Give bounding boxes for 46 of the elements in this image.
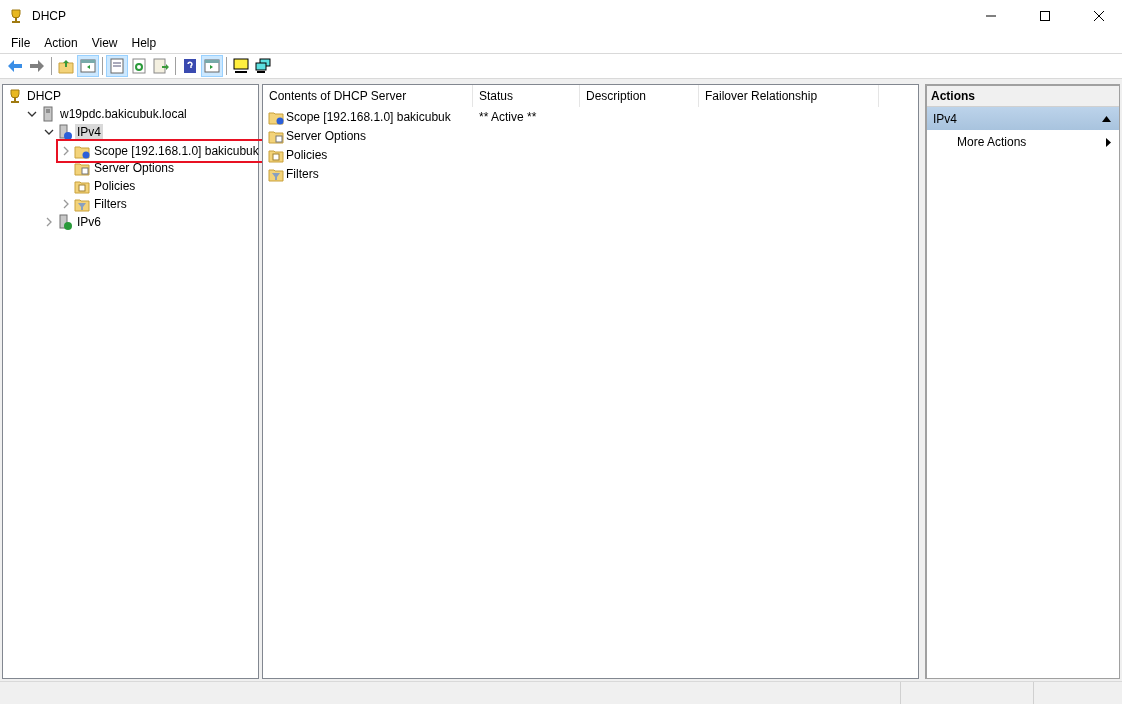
list-cell[interactable]: Server Options: [286, 128, 367, 143]
column-header[interactable]: Description: [580, 85, 699, 107]
properties-icon: [109, 58, 125, 74]
refresh-icon: [131, 58, 147, 74]
tree-item[interactable]: Server Options: [92, 160, 177, 176]
server-check-icon: [57, 214, 73, 230]
actions-section-header[interactable]: IPv4: [927, 107, 1119, 130]
folder-up-icon: [58, 58, 74, 74]
window-title: DHCP: [32, 9, 67, 23]
list-cell[interactable]: Filters: [286, 166, 319, 181]
list-cell[interactable]: Policies: [286, 147, 328, 162]
tree-item[interactable]: Filters: [92, 196, 129, 212]
export-list-icon: [153, 58, 169, 74]
help-icon: [182, 58, 198, 74]
column-header[interactable]: Failover Relationship: [699, 85, 879, 107]
section-title: IPv4: [933, 111, 957, 126]
tree-pane-icon: [80, 58, 96, 74]
submenu-triangle-icon: [1106, 137, 1111, 147]
tree-item[interactable]: Scope [192.168.1.0] bakicubuk: [92, 143, 261, 159]
list-cell: ** Active **: [479, 109, 537, 124]
monitors-icon: [255, 58, 271, 74]
menu-item[interactable]: Action: [37, 35, 85, 50]
list-cell[interactable]: Scope [192.168.1.0] bakicubuk: [286, 109, 451, 124]
trophy-icon: [8, 8, 24, 24]
tree-item[interactable]: DHCP: [25, 88, 63, 104]
menu-item[interactable]: View: [84, 35, 125, 50]
monitor-icon: [233, 58, 249, 74]
server-info-icon: [57, 124, 73, 140]
back-arrow-icon: [7, 58, 23, 74]
forward-arrow-icon: [29, 58, 45, 74]
menu-item[interactable]: Help: [124, 35, 164, 50]
menu-item[interactable]: File: [4, 35, 38, 50]
server-icon: [40, 106, 56, 122]
action-label: More Actions: [957, 135, 1027, 149]
actions-header: Actions: [927, 86, 1119, 107]
action-pane-icon: [204, 58, 220, 74]
close-icon: [1094, 11, 1104, 21]
maximize-icon: [1040, 11, 1050, 21]
column-header[interactable]: Contents of DHCP Server: [263, 85, 473, 107]
tree-item[interactable]: IPv4: [75, 124, 103, 140]
action-item[interactable]: More Actions: [927, 130, 1119, 154]
tree-item[interactable]: IPv6: [75, 214, 103, 230]
trophy-icon: [7, 88, 23, 104]
tree-item[interactable]: w19pdc.bakicubuk.local: [58, 106, 189, 122]
tree-item[interactable]: Policies: [92, 178, 138, 194]
column-header[interactable]: Status: [473, 85, 580, 107]
